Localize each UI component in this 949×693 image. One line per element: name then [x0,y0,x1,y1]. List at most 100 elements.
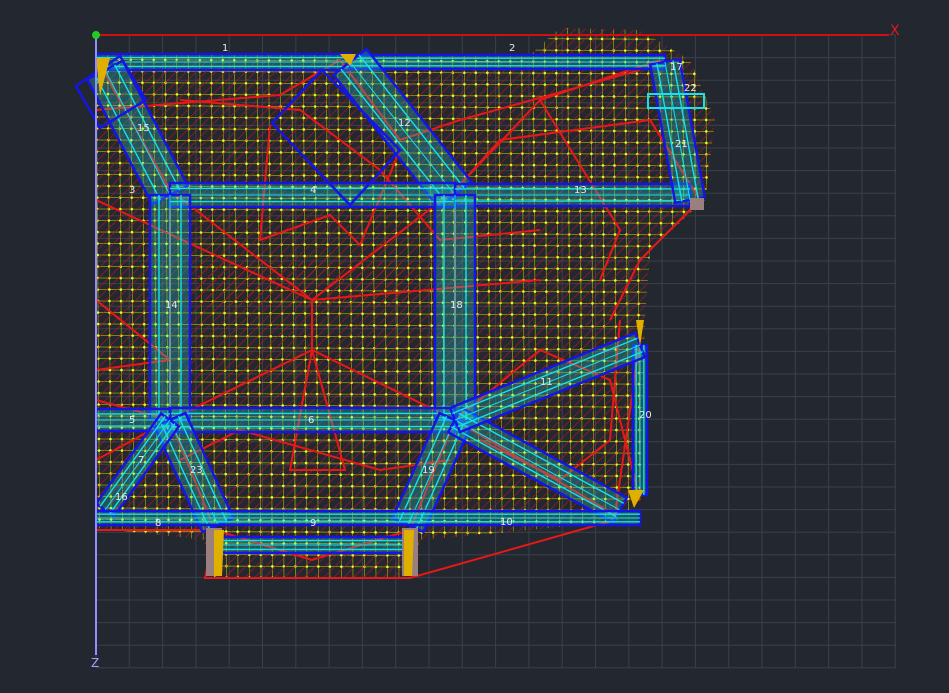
mesh-node [140,46,144,50]
mesh-node [512,543,515,546]
mesh-node [705,199,709,202]
mesh-node [110,564,113,567]
mesh-node [716,38,719,41]
mesh-node [382,36,385,40]
structural-model-canvas[interactable]: 1 2 3 4 5 6 7 8 9 10 11 12 13 14 15 16 1… [0,0,949,689]
mesh-node [718,303,721,306]
mesh-line [717,25,721,580]
mesh-node [543,37,546,40]
mesh-node [650,532,653,535]
mesh-node [431,542,435,546]
mesh-node [717,257,720,260]
member-label-4: 4 [310,185,316,196]
mesh-node [520,48,523,52]
mesh-node [558,577,562,578]
mesh-node [705,210,709,214]
mesh-node [695,475,699,478]
mesh-node [671,244,674,248]
origin-marker [92,31,100,39]
mesh-node [109,541,113,544]
mesh-node [671,302,675,306]
member-label-8: 8 [155,518,161,529]
mesh-node [489,577,493,578]
mesh-node [717,211,720,214]
mesh-node [577,28,581,29]
mesh-node [558,543,561,546]
mesh-node [554,28,558,29]
mesh-node [570,566,573,570]
mesh-node [489,543,492,546]
mesh-node [720,579,723,582]
mesh-node [141,24,144,27]
mesh-node [164,24,167,27]
mesh-node [313,25,316,28]
mesh-node [290,47,293,51]
mesh-node [672,451,676,455]
mesh-node [501,566,504,569]
mesh-node [508,37,512,40]
mesh-node [615,555,619,558]
mesh-node [187,24,190,27]
mesh-node [716,119,719,122]
member-label-2: 2 [509,43,515,54]
mesh-node [167,541,170,545]
mesh-node [684,474,688,478]
member-label-18: 18 [450,300,463,311]
mesh-node [639,578,642,581]
mesh-node [371,25,374,28]
mesh-node [98,541,101,544]
cad-viewport[interactable]: 1 2 3 4 5 6 7 8 9 10 11 12 13 14 15 16 1… [0,0,949,689]
mesh-node [477,543,481,546]
mesh-node [359,47,362,51]
mesh-node [201,541,205,545]
mesh-node [616,566,619,570]
mesh-node [718,360,721,363]
mesh-node [520,28,523,29]
mesh-node [524,577,527,578]
mesh-node [267,47,270,51]
mesh-node [336,36,339,39]
mesh-node [466,565,470,569]
mesh-node [718,406,721,409]
mesh-node [671,267,675,271]
mesh-node [405,25,408,28]
mesh-node [706,406,710,409]
mesh-node [508,28,512,29]
mesh-node [474,48,477,52]
mesh-node [673,543,676,547]
x-axis-label: X [890,23,900,39]
mesh-node [348,25,351,28]
mesh-node [405,36,408,40]
member-label-3: 3 [129,185,135,196]
mesh-node [672,405,676,409]
mesh-node [635,28,638,29]
mesh-node [707,555,711,559]
mesh-node [232,47,236,50]
mesh-node [639,566,642,570]
mesh-node [717,199,720,202]
mesh-node [547,566,550,569]
mesh-node [696,555,700,559]
mesh-node [717,176,720,179]
mesh-node [524,566,527,569]
mesh-node [279,25,282,28]
mesh-node [648,325,652,328]
mesh-node [648,279,652,282]
mesh-node [658,28,661,29]
mesh-node [705,245,709,248]
mesh-node [278,36,282,39]
mesh-node [178,541,182,545]
mesh-node [696,567,700,570]
hatched-block [196,262,416,306]
mesh-node [683,313,686,317]
mesh-node [669,28,673,30]
mesh-node [535,566,539,569]
mesh-node [405,48,408,51]
member-label-12: 12 [398,118,411,129]
mesh-node [718,314,721,317]
mesh-node [175,24,178,27]
mesh-node [106,24,109,27]
mesh-node [705,256,709,260]
mesh-node [706,348,710,352]
mesh-node [95,24,98,27]
